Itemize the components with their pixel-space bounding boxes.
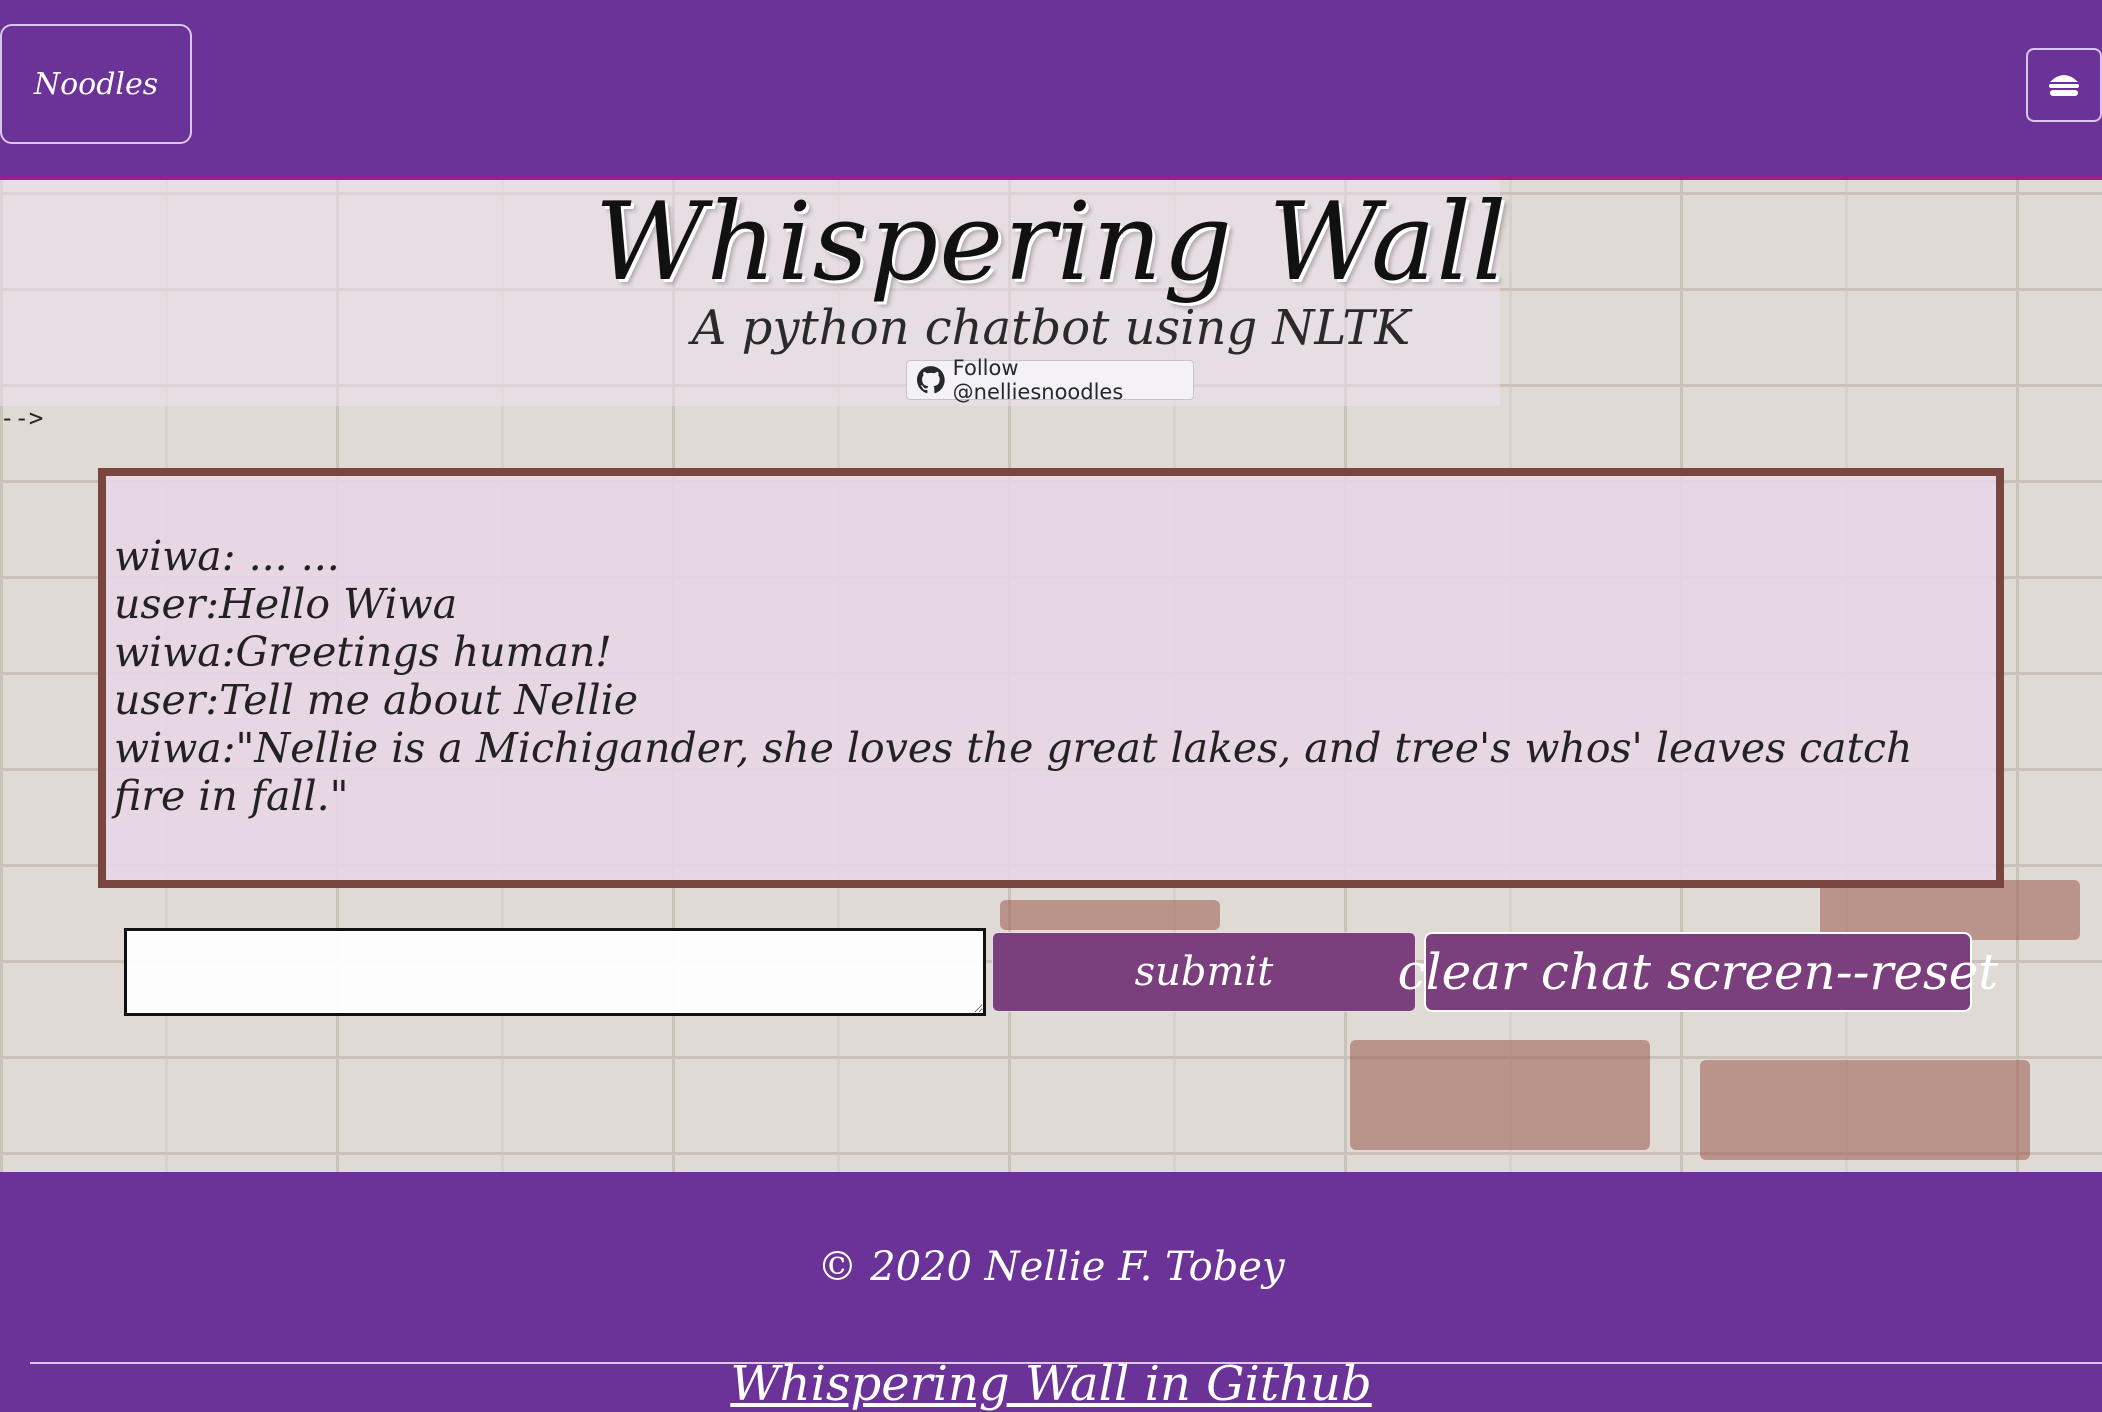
github-icon	[917, 366, 945, 394]
chat-transcript: wiwa: ... ... user:Hello Wiwa wiwa:Greet…	[98, 468, 2004, 888]
menu-toggle-button[interactable]	[2026, 48, 2102, 122]
page-subtitle: A python chatbot using NLTK	[691, 300, 1411, 356]
footer: © 2020 Nellie F. Tobey Whispering Wall i…	[0, 1172, 2102, 1412]
exposed-brick	[1820, 880, 2080, 940]
clear-chat-reset-button[interactable]: clear chat screen--reset	[1398, 932, 1998, 1012]
hamburger-icon	[2049, 75, 2079, 96]
chat-message: user:Tell me about Nellie	[114, 676, 639, 724]
chat-input[interactable]	[124, 928, 986, 1016]
follow-label: Follow @nelliesnoodles	[952, 356, 1124, 404]
chat-message: wiwa:"Nellie is a Michigander, she loves…	[114, 724, 1913, 820]
top-navbar: Noodles	[0, 0, 2102, 180]
copyright-text: © 2020 Nellie F. Tobey	[817, 1244, 1285, 1290]
exposed-brick	[1700, 1060, 2030, 1160]
chat-message: user:Hello Wiwa	[114, 580, 458, 628]
chat-message: wiwa: ... ...	[114, 532, 340, 580]
stray-comment-text: -->	[0, 404, 44, 432]
exposed-brick	[1350, 1040, 1650, 1150]
brand-link[interactable]: Noodles	[0, 24, 192, 144]
github-follow-button[interactable]: Follow @nelliesnoodles	[906, 356, 1194, 404]
github-repo-link[interactable]: Whispering Wall in Github	[0, 1356, 2102, 1412]
chat-message: wiwa:Greetings human!	[114, 628, 612, 676]
page-title: Whispering Wall	[594, 180, 1508, 305]
submit-button[interactable]: submit	[992, 932, 1416, 1012]
exposed-brick	[1000, 900, 1220, 930]
